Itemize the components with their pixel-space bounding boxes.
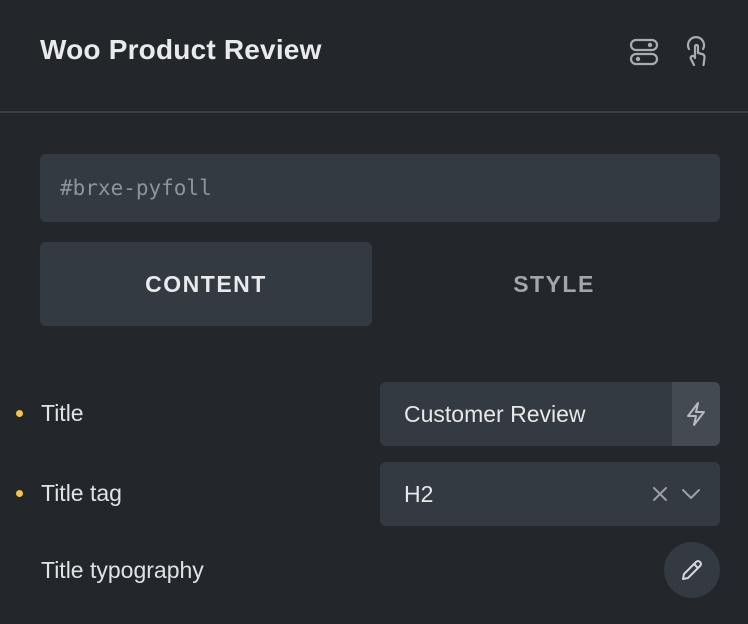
dynamic-data-button[interactable] (672, 382, 720, 446)
clear-icon[interactable] (650, 484, 670, 504)
modified-indicator (16, 410, 23, 417)
modified-indicator (16, 490, 23, 497)
title-tag-label: Title tag (41, 480, 122, 506)
tab-style[interactable]: STYLE (388, 242, 720, 326)
title-tag-select[interactable]: H2 (380, 462, 720, 526)
element-id-input[interactable] (40, 154, 720, 222)
chevron-down-icon[interactable] (680, 484, 702, 504)
tab-content[interactable]: CONTENT (40, 242, 372, 326)
edit-typography-button[interactable] (664, 542, 720, 598)
title-input[interactable]: Customer Review (380, 382, 720, 446)
panel-title: Woo Product Review (40, 34, 322, 65)
title-typography-label: Title typography (41, 557, 204, 583)
toggle-icon[interactable] (626, 34, 662, 70)
bolt-icon (687, 402, 705, 426)
pointer-icon[interactable] (678, 34, 714, 70)
pencil-icon (682, 560, 702, 580)
title-tag-value: H2 (404, 481, 434, 507)
panel-header: Woo Product Review (0, 0, 748, 113)
title-label: Title (41, 400, 84, 426)
title-input-value[interactable]: Customer Review (404, 382, 586, 446)
